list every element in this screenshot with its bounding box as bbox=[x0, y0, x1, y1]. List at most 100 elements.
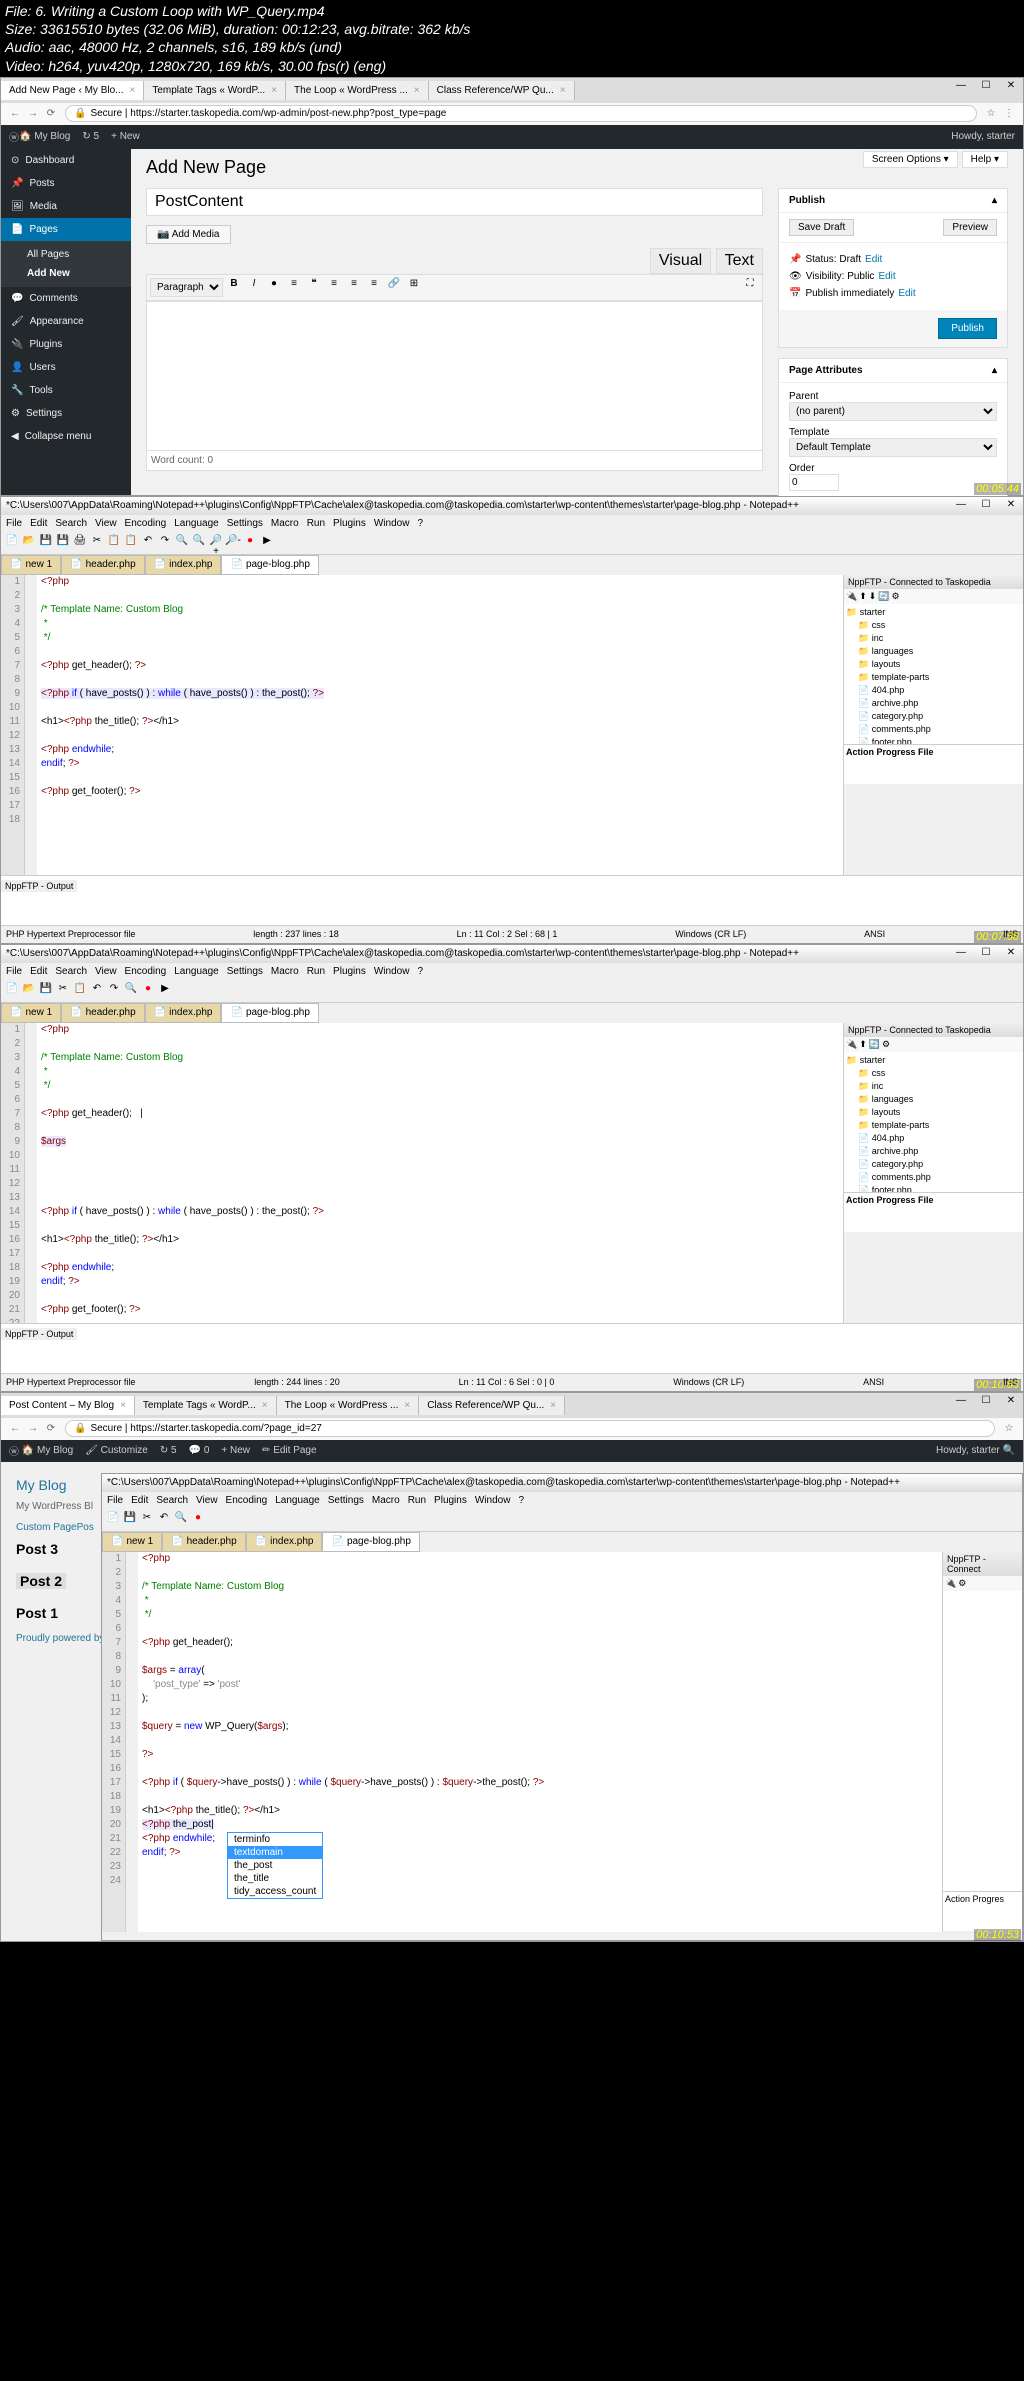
upload-icon[interactable]: ⬆ bbox=[859, 591, 867, 602]
menu-comments[interactable]: 💬 Comments bbox=[1, 287, 131, 310]
ftp-tree-item[interactable]: 📁 languages bbox=[846, 645, 1021, 658]
maximize-button[interactable]: ☐ bbox=[976, 499, 996, 510]
menu-help[interactable]: ? bbox=[518, 1495, 524, 1506]
link-button[interactable]: 🔗 bbox=[385, 278, 403, 296]
browser-tab[interactable]: The Loop « WordPress ...× bbox=[286, 81, 429, 100]
fullscreen-button[interactable]: ⛶ bbox=[741, 278, 759, 296]
maximize-button[interactable]: ☐ bbox=[976, 1395, 996, 1406]
find-icon[interactable]: 🔍 bbox=[174, 535, 190, 551]
menu-run[interactable]: Run bbox=[307, 518, 325, 529]
toggle-icon[interactable]: ▴ bbox=[992, 195, 997, 206]
menu-language[interactable]: Language bbox=[174, 966, 219, 977]
autocomplete-item[interactable]: terminfo bbox=[228, 1833, 322, 1846]
ftp-tree[interactable]: 📁 starter 📁 css📁 inc📁 languages📁 layouts… bbox=[844, 1052, 1023, 1192]
save-icon[interactable]: 💾 bbox=[38, 535, 54, 551]
number-list-button[interactable]: ≡ bbox=[285, 278, 303, 296]
close-button[interactable]: ✕ bbox=[1001, 80, 1021, 91]
document-tab-active[interactable]: 📄page-blog.php bbox=[221, 1003, 318, 1023]
edit-visibility-link[interactable]: Edit bbox=[878, 271, 895, 282]
ftp-tree-item[interactable]: 📁 layouts bbox=[846, 658, 1021, 671]
undo-icon[interactable]: ↶ bbox=[140, 535, 156, 551]
replace-icon[interactable]: 🔍 bbox=[191, 535, 207, 551]
menu-view[interactable]: View bbox=[196, 1495, 218, 1506]
italic-button[interactable]: I bbox=[245, 278, 263, 296]
new-file-icon[interactable]: 📄 bbox=[105, 1512, 121, 1528]
open-file-icon[interactable]: 📂 bbox=[21, 535, 37, 551]
menu-run[interactable]: Run bbox=[408, 1495, 426, 1506]
ftp-tree-item[interactable]: 📁 template-parts bbox=[846, 1119, 1021, 1132]
menu-tools[interactable]: 🔧 Tools bbox=[1, 379, 131, 402]
code-content[interactable]: <?php /* Template Name: Custom Blog * */… bbox=[37, 1023, 843, 1323]
ftp-tree-item[interactable]: 📁 inc bbox=[846, 632, 1021, 645]
toggle-icon[interactable]: ▴ bbox=[992, 365, 997, 376]
code-editor[interactable]: 1234567891011121314151617181920212223 <?… bbox=[1, 1023, 843, 1323]
cut-icon[interactable]: ✂ bbox=[89, 535, 105, 551]
menu-plugins[interactable]: Plugins bbox=[333, 966, 366, 977]
menu-dashboard[interactable]: ⊙ Dashboard bbox=[1, 149, 131, 172]
star-icon[interactable]: ☆ bbox=[982, 108, 1000, 119]
align-left-button[interactable]: ≡ bbox=[325, 278, 343, 296]
url-input[interactable]: 🔒 Secure | https://starter.taskopedia.co… bbox=[65, 1420, 995, 1437]
redo-icon[interactable]: ↷ bbox=[157, 535, 173, 551]
refresh-icon[interactable]: 🔄 bbox=[869, 1039, 880, 1050]
reload-button[interactable]: ⟳ bbox=[42, 108, 60, 119]
bold-button[interactable]: B bbox=[225, 278, 243, 296]
menu-window[interactable]: Window bbox=[374, 518, 410, 529]
editor-content[interactable] bbox=[146, 301, 763, 451]
save-icon[interactable]: 💾 bbox=[122, 1512, 138, 1528]
parent-select[interactable]: (no parent) bbox=[789, 402, 997, 421]
code-content[interactable]: <?php /* Template Name: Custom Blog * */… bbox=[37, 575, 843, 875]
close-icon[interactable]: × bbox=[271, 85, 277, 96]
save-icon[interactable]: 💾 bbox=[38, 983, 54, 999]
menu-plugins[interactable]: Plugins bbox=[434, 1495, 467, 1506]
document-tab-active[interactable]: 📄page-blog.php bbox=[322, 1532, 419, 1552]
menu-settings[interactable]: Settings bbox=[227, 518, 263, 529]
title-input[interactable] bbox=[146, 188, 763, 216]
new-link[interactable]: + New bbox=[221, 1445, 250, 1456]
ftp-tree-item[interactable]: 📄 category.php bbox=[846, 710, 1021, 723]
close-icon[interactable]: × bbox=[130, 85, 136, 96]
close-icon[interactable]: × bbox=[414, 85, 420, 96]
forward-button[interactable]: → bbox=[24, 1423, 42, 1434]
document-tab[interactable]: 📄header.php bbox=[61, 1003, 145, 1023]
minimize-button[interactable]: — bbox=[951, 499, 971, 510]
find-icon[interactable]: 🔍 bbox=[173, 1512, 189, 1528]
menu-settings[interactable]: Settings bbox=[328, 1495, 364, 1506]
autocomplete-item[interactable]: the_title bbox=[228, 1872, 322, 1885]
align-center-button[interactable]: ≡ bbox=[345, 278, 363, 296]
ftp-tree-item[interactable]: 📄 404.php bbox=[846, 684, 1021, 697]
menu-file[interactable]: File bbox=[6, 518, 22, 529]
menu-plugins[interactable]: Plugins bbox=[333, 518, 366, 529]
customize-link[interactable]: 🖌 Customize bbox=[85, 1445, 148, 1456]
connect-icon[interactable]: 🔌 bbox=[945, 1578, 956, 1589]
forward-button[interactable]: → bbox=[24, 108, 42, 119]
new-link[interactable]: + New bbox=[111, 131, 140, 142]
menu-run[interactable]: Run bbox=[307, 966, 325, 977]
menu-view[interactable]: View bbox=[95, 966, 117, 977]
connect-icon[interactable]: 🔌 bbox=[846, 591, 857, 602]
find-icon[interactable]: 🔍 bbox=[123, 983, 139, 999]
post-link[interactable]: Post 2 bbox=[16, 1573, 66, 1589]
more-button[interactable]: ⊞ bbox=[405, 278, 423, 296]
open-file-icon[interactable]: 📂 bbox=[21, 983, 37, 999]
record-icon[interactable]: ● bbox=[140, 983, 156, 999]
browser-tab[interactable]: Post Content – My Blog× bbox=[1, 1396, 135, 1415]
menu-encoding[interactable]: Encoding bbox=[125, 518, 167, 529]
search-icon[interactable]: 🔍 bbox=[1000, 1445, 1015, 1456]
menu-posts[interactable]: 📌 Posts bbox=[1, 172, 131, 195]
close-button[interactable]: ✕ bbox=[1001, 947, 1021, 958]
howdy-link[interactable]: Howdy, starter bbox=[936, 1445, 1000, 1456]
site-link[interactable]: 🏠 My Blog bbox=[19, 131, 70, 142]
document-tab[interactable]: 📄header.php bbox=[61, 555, 145, 575]
updates-link[interactable]: ↻ 5 bbox=[82, 131, 99, 142]
edit-status-link[interactable]: Edit bbox=[865, 254, 882, 265]
menu-encoding[interactable]: Encoding bbox=[226, 1495, 268, 1506]
connect-icon[interactable]: 🔌 bbox=[846, 1039, 857, 1050]
menu-settings[interactable]: Settings bbox=[227, 966, 263, 977]
paste-icon[interactable]: 📋 bbox=[123, 535, 139, 551]
menu-settings[interactable]: ⚙ Settings bbox=[1, 402, 131, 425]
reload-button[interactable]: ⟳ bbox=[42, 1423, 60, 1434]
template-select[interactable]: Default Template bbox=[789, 438, 997, 457]
zoom-out-icon[interactable]: 🔎- bbox=[225, 535, 241, 551]
ftp-tree-item[interactable]: 📁 layouts bbox=[846, 1106, 1021, 1119]
